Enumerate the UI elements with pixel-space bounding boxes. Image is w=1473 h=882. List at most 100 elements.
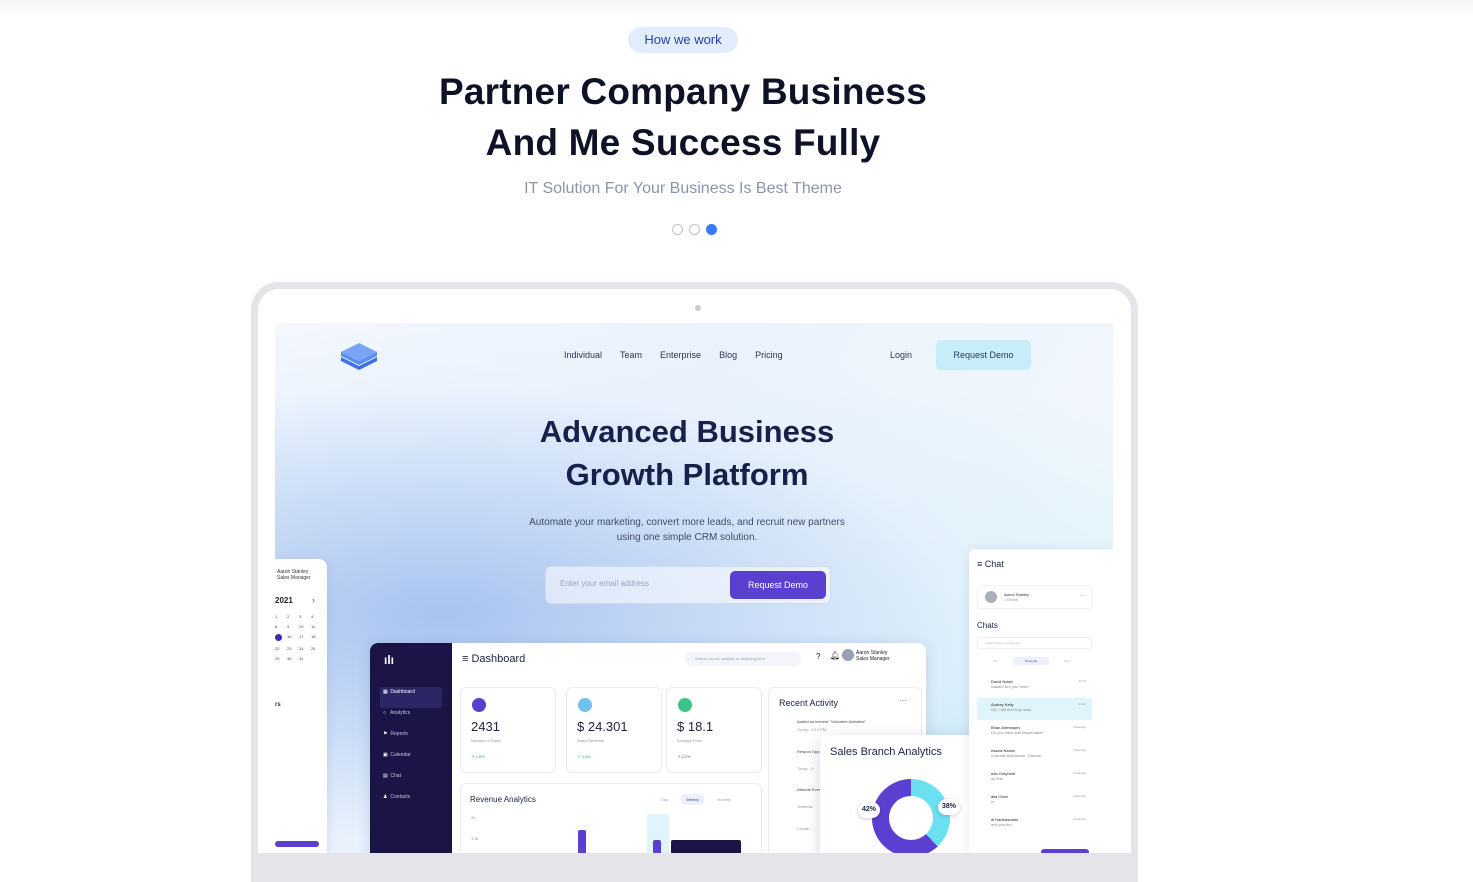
- chat-row-time: Yesterday: [1072, 794, 1086, 798]
- calendar-day[interactable]: 17: [299, 634, 311, 641]
- chat-current-user[interactable]: Aaron Stanley • Online –: [977, 585, 1092, 609]
- chat-row-message: ank you bro: [991, 822, 1012, 827]
- hero-title-line-1: Advanced Business: [539, 414, 835, 449]
- chat-panel: ≡ Chat Aaron Stanley • Online – Chats Se…: [969, 549, 1113, 853]
- dashboard-search-input[interactable]: Search report, analytic or anything here: [685, 652, 801, 666]
- chevron-right-icon[interactable]: ›: [312, 595, 315, 605]
- chat-row[interactable]: edo Greyhold ay fine Yesterday: [977, 767, 1092, 789]
- top-fade: [0, 0, 1473, 18]
- calendar-day[interactable]: 24: [299, 646, 311, 651]
- calendar-day[interactable]: 8: [275, 624, 287, 629]
- flag-icon: ⚑: [383, 731, 388, 737]
- calendar-day[interactable]: 29: [275, 656, 287, 661]
- carousel-dot-2[interactable]: [689, 224, 700, 235]
- nav-item-blog[interactable]: Blog: [719, 350, 737, 360]
- chat-row[interactable]: essica Naomi ll handle that Aaron, Thanks…: [977, 744, 1092, 766]
- carousel-dot-3[interactable]: [706, 224, 717, 235]
- chat-row[interactable]: David Nolan Aaaah! Are you here? 13.15: [977, 675, 1092, 697]
- menu-item-chat[interactable]: ▤ Chat: [380, 771, 442, 792]
- calendar-user: Aaron Stanley Sales Manager: [277, 569, 311, 581]
- calendar-day[interactable]: 23: [287, 646, 299, 651]
- hamburger-icon[interactable]: ≡: [977, 559, 982, 569]
- stat-card-sales: 2431 Number of Sales ↗ 1.8%: [460, 687, 556, 773]
- menu-item-dashboard[interactable]: ▦ Dashboard: [380, 687, 442, 708]
- carousel-dot-1[interactable]: [672, 224, 683, 235]
- chat-row-time: 14.21: [1078, 702, 1086, 706]
- chat-tab-all[interactable]: All: [977, 657, 1013, 665]
- calendar-year: 2021: [275, 596, 293, 605]
- hero-text: Automate your marketing, convert more le…: [505, 515, 869, 545]
- stat-card-revenue: $ 24.301 Sales Revenue ↗ 3.0%: [566, 687, 662, 773]
- menu-item-analytics[interactable]: ○ Analytics: [380, 708, 442, 729]
- calendar-day[interactable]: 9: [287, 624, 299, 629]
- chat-row-message: Aaaah! Are you here?: [991, 684, 1030, 689]
- chat-tab-personal[interactable]: Personal: [1013, 657, 1049, 665]
- bell-icon[interactable]: 🔔︎: [830, 651, 840, 660]
- calendar-day[interactable]: 11: [311, 624, 323, 629]
- dashboard-user: Aaron Stanley Sales Manager: [856, 650, 890, 662]
- nav-item-pricing[interactable]: Pricing: [755, 350, 783, 360]
- request-demo-button[interactable]: Request Demo: [936, 340, 1031, 370]
- dashboard-sidebar: ılı ▦ Dashboard ○ Analytics ⚑ Reports ▣ …: [370, 643, 452, 853]
- more-icon[interactable]: ···: [899, 696, 907, 705]
- chat-row[interactable]: Brian Artemayev Do you have that illegal …: [977, 721, 1092, 743]
- chat-row[interactable]: Audrey Kelly Ok, I will find it up then 14…: [977, 698, 1092, 720]
- section-pill: How we work: [628, 27, 738, 53]
- tab-day[interactable]: Day: [656, 794, 673, 805]
- tab-weekly[interactable]: Weekly: [681, 794, 705, 805]
- email-request-demo-button[interactable]: Request Demo: [730, 571, 826, 599]
- revenue-analytics-card: Revenue Analytics Day Weekly Monthly 2k 1.…: [460, 783, 762, 853]
- help-icon[interactable]: ?: [816, 652, 820, 661]
- chat-search-input[interactable]: Search name, contact etc: [977, 637, 1092, 649]
- menu-item-reports[interactable]: ⚑ Reports: [380, 729, 442, 750]
- dashboard-user-role: Sales Manager: [856, 656, 890, 662]
- stat-change: ↗ 0.2%: [677, 754, 691, 759]
- pct-left-badge: 42%: [858, 802, 880, 818]
- hamburger-icon[interactable]: ≡: [462, 653, 468, 665]
- dashboard-menu: ▦ Dashboard ○ Analytics ⚑ Reports ▣ Cale…: [380, 687, 442, 813]
- calendar-day[interactable]: 18: [311, 634, 323, 641]
- calendar-day[interactable]: 15: [275, 634, 282, 641]
- calendar-day[interactable]: 1: [275, 614, 287, 619]
- calendar-day[interactable]: 31: [299, 656, 311, 661]
- chat-row-message: hi: [991, 799, 995, 804]
- stat-change-value: 1.8%: [475, 754, 485, 759]
- layers-logo-icon: [341, 343, 377, 370]
- tab-monthly[interactable]: Monthly: [712, 794, 736, 805]
- menu-item-calendar-label: Calendar: [390, 752, 411, 758]
- calendar-day[interactable]: [311, 656, 323, 661]
- menu-item-contacts[interactable]: ♟ Contacts: [380, 792, 442, 813]
- calendar-day[interactable]: 22: [275, 646, 287, 651]
- calendar-day[interactable]: 10: [299, 624, 311, 629]
- calendar-panel: Aaron Stanley Sales Manager 2021 › 12348…: [275, 559, 327, 853]
- chat-row[interactable]: di Hadiuswanto ank you bro Yesterday: [977, 813, 1092, 835]
- revenue-y-label: 1.5k: [471, 836, 479, 841]
- nav-item-individual[interactable]: Individual: [564, 350, 602, 360]
- menu-item-calendar[interactable]: ▣ Calendar: [380, 750, 442, 771]
- menu-item-chat-label: Chat: [390, 773, 401, 779]
- calendar-day[interactable]: 30: [287, 656, 299, 661]
- stat-change-value: 3.0%: [581, 754, 591, 759]
- calendar-day[interactable]: 2: [287, 614, 299, 619]
- calendar-action-button[interactable]: [275, 841, 319, 847]
- calendar-day[interactable]: 4: [311, 614, 323, 619]
- chat-row[interactable]: alia Chen hi Yesterday: [977, 790, 1092, 812]
- chats-label: Chats: [977, 621, 998, 630]
- chat-row-time: 13.15: [1078, 679, 1086, 683]
- chart-icon: [578, 698, 592, 712]
- stat-label: Average Price: [677, 738, 703, 743]
- grid-icon: ▦: [383, 689, 388, 695]
- chat-tab-team[interactable]: Team: [1049, 657, 1085, 665]
- chat-row-time: Yesterday: [1072, 748, 1086, 752]
- nav-item-team[interactable]: Team: [620, 350, 642, 360]
- login-link[interactable]: Login: [890, 350, 912, 360]
- nav-item-enterprise[interactable]: Enterprise: [660, 350, 701, 360]
- avatar[interactable]: [842, 649, 854, 661]
- calendar-day[interactable]: 16: [287, 634, 299, 641]
- calendar-day[interactable]: 25: [311, 646, 323, 651]
- avatar: [985, 591, 997, 603]
- hero-text-line-2: using one simple CRM solution.: [616, 532, 758, 543]
- email-input[interactable]: Enter your email address: [560, 579, 649, 588]
- minus-icon[interactable]: –: [1081, 592, 1083, 597]
- calendar-day[interactable]: 3: [299, 614, 311, 619]
